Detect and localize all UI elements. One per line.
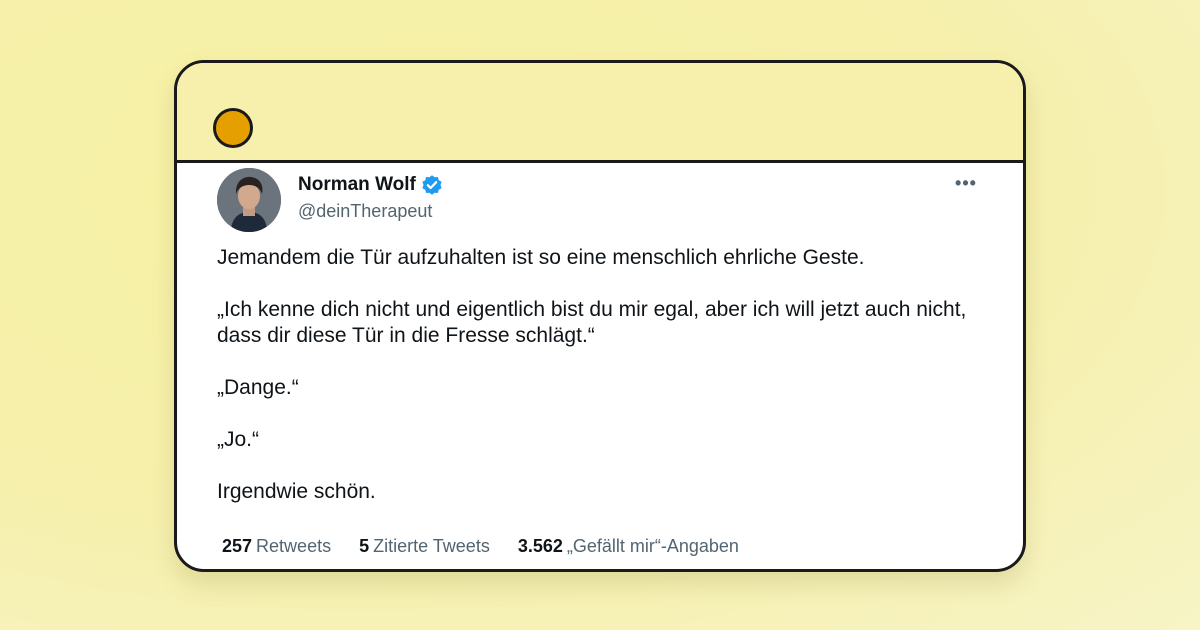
likes-stat[interactable]: 3.562 „Gefällt mir“-Angaben bbox=[518, 536, 739, 557]
tweet-text: Jemandem die Tür aufzuhalten ist so eine… bbox=[217, 245, 977, 505]
user-photo-avatar-icon bbox=[217, 168, 281, 232]
tweet: Norman Wolf @deinTherapeut ••• Jemandem … bbox=[177, 163, 1023, 569]
tweet-card: Norman Wolf @deinTherapeut ••• Jemandem … bbox=[174, 60, 1026, 572]
likes-label: „Gefällt mir“-Angaben bbox=[566, 536, 739, 556]
verified-badge-icon bbox=[421, 174, 443, 196]
retweets-count: 257 bbox=[222, 536, 253, 556]
quote-tweets-stat[interactable]: 5 Zitierte Tweets bbox=[359, 536, 490, 557]
likes-count: 3.562 bbox=[517, 536, 563, 556]
tweet-paragraph: „Dange.“ bbox=[217, 376, 299, 399]
retweets-label: Retweets bbox=[256, 536, 332, 556]
tweet-paragraph: „Jo.“ bbox=[217, 428, 259, 451]
author-name-row: Norman Wolf bbox=[298, 173, 443, 197]
tweet-paragraph: Jemandem die Tür aufzuhalten ist so eine… bbox=[217, 246, 865, 269]
window-dot-icon bbox=[213, 108, 253, 148]
tweet-paragraph: „Ich kenne dich nicht und eigentlich bis… bbox=[217, 298, 967, 347]
author-handle[interactable]: @deinTherapeut bbox=[298, 201, 432, 222]
quote-tweets-label: Zitierte Tweets bbox=[373, 536, 490, 556]
tweet-paragraph: Irgendwie schön. bbox=[217, 480, 376, 503]
more-options-icon[interactable]: ••• bbox=[949, 169, 983, 197]
tweet-stats: 257 Retweets 5 Zitierte Tweets 3.562 „Gefäl… bbox=[222, 536, 767, 557]
retweets-stat[interactable]: 257 Retweets bbox=[222, 536, 331, 557]
avatar[interactable] bbox=[217, 168, 281, 232]
quote-tweets-count: 5 bbox=[359, 536, 370, 556]
display-name[interactable]: Norman Wolf bbox=[298, 174, 416, 196]
window-title-bar bbox=[177, 63, 1023, 163]
